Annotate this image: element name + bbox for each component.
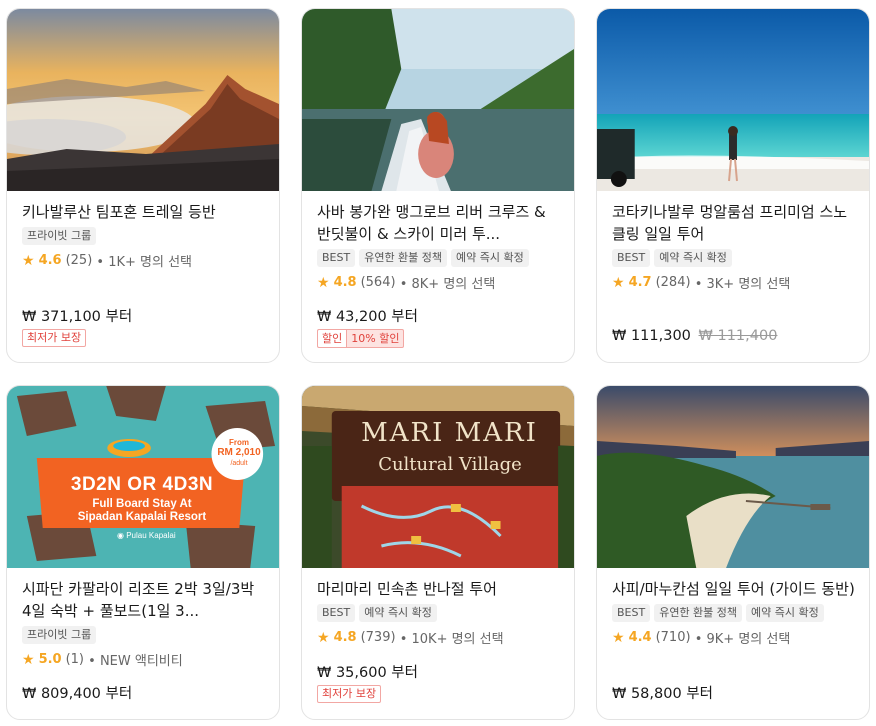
- price: ₩ 58,800 부터: [612, 686, 713, 702]
- booked-count: • 3K+ 명의 선택: [694, 277, 791, 292]
- review-count: (25): [65, 253, 93, 268]
- location-pin-icon: ◉: [117, 531, 124, 540]
- card-title[interactable]: 사바 봉가완 맹그로브 리버 크루즈 & 반딧불이 & 스카이 미러 투...: [317, 201, 560, 245]
- kapalai-headline: 3D2N OR 4D3N: [70, 474, 214, 495]
- tag-best: BEST: [317, 604, 356, 622]
- star-icon: ★: [22, 252, 35, 269]
- activity-card-marimari[interactable]: MARI MARI Cultural Village 마리마리 민속촌 반나절 …: [301, 385, 575, 720]
- rating-score: 4.7: [628, 275, 652, 290]
- card-image[interactable]: [597, 386, 869, 568]
- tag-private-group: 프라이빗 그룹: [22, 227, 97, 245]
- booked-count: • 10K+ 명의 선택: [399, 632, 504, 647]
- activity-card-snorkeling[interactable]: 코타키나발루 멍알룸섬 프리미엄 스노클링 일일 투어 BEST 예약 즉시 확…: [596, 8, 870, 363]
- activity-card-mangrove[interactable]: 사바 봉가완 맹그로브 리버 크루즈 & 반딧불이 & 스카이 미러 투... …: [301, 8, 575, 363]
- kapalai-from: From: [229, 438, 249, 447]
- rating-score: 4.8: [333, 275, 357, 290]
- review-count: (1): [65, 652, 85, 667]
- card-title[interactable]: 키나발루산 팀포혼 트레일 등반: [22, 201, 265, 223]
- card-title[interactable]: 사피/마누칸섬 일일 투어 (가이드 동반): [612, 578, 855, 600]
- booked-count: • NEW 액티비티: [88, 654, 183, 669]
- kapalai-location-text: Pulau Kapalai: [126, 531, 176, 540]
- tag-flexible-refund: 유연한 환불 정책: [359, 249, 448, 267]
- activity-card-kinabalu[interactable]: 키나발루산 팀포혼 트레일 등반 프라이빗 그룹 ★ 4.6 (25) • 1K…: [6, 8, 280, 363]
- rating-row: ★ 4.6 (25) • 1K+ 명의 선택: [22, 251, 265, 271]
- original-price: ₩ 111,400: [698, 328, 778, 344]
- card-image[interactable]: [302, 9, 574, 191]
- booked-count: • 8K+ 명의 선택: [399, 277, 496, 292]
- marimari-sign-line1: MARI MARI: [361, 418, 538, 448]
- tag-best: BEST: [317, 249, 356, 267]
- booked-count: • 1K+ 명의 선택: [96, 255, 193, 270]
- review-count: (564): [360, 275, 396, 290]
- kapalai-sub2: Sipadan Kapalai Resort: [77, 511, 207, 523]
- price: ₩ 111,300 ₩ 111,400: [612, 328, 777, 344]
- price: ₩ 43,200 부터: [317, 309, 418, 325]
- tag-instant-confirm: 예약 즉시 확정: [746, 604, 824, 622]
- tag-flexible-refund: 유연한 환불 정책: [654, 604, 743, 622]
- lowest-price-badge: 최저가 보장: [22, 329, 87, 347]
- tag-private-group: 프라이빗 그룹: [22, 626, 97, 644]
- card-title[interactable]: 마리마리 민속촌 반나절 투어: [317, 578, 560, 600]
- review-count: (710): [655, 630, 691, 645]
- activity-card-kapalai[interactable]: 3D2N OR 4D3N Full Board Stay At Sipadan …: [6, 385, 280, 720]
- tag-instant-confirm: 예약 즉시 확정: [451, 249, 529, 267]
- rating-row: ★ 4.7 (284) • 3K+ 명의 선택: [612, 273, 855, 293]
- rating-score: 5.0: [38, 652, 62, 667]
- discount-label: 할인: [317, 329, 347, 348]
- review-count: (739): [360, 630, 396, 645]
- kapalai-location: ◉ Pulau Kapalai: [117, 531, 176, 540]
- card-title[interactable]: 시파단 카팔라이 리조트 2박 3일/3박 4일 숙박 + 풀보드(1일 3..…: [22, 578, 265, 622]
- tag-instant-confirm: 예약 즉시 확정: [359, 604, 437, 622]
- star-icon: ★: [317, 274, 330, 291]
- activity-grid: 키나발루산 팀포혼 트레일 등반 프라이빗 그룹 ★ 4.6 (25) • 1K…: [0, 0, 876, 726]
- price: ₩ 35,600 부터: [317, 665, 418, 681]
- card-image[interactable]: MARI MARI Cultural Village: [302, 386, 574, 568]
- booked-count: • 9K+ 명의 선택: [694, 632, 791, 647]
- discount-value: 10% 할인: [346, 329, 405, 348]
- rating-row: ★ 4.8 (739) • 10K+ 명의 선택: [317, 628, 560, 648]
- star-icon: ★: [612, 274, 625, 291]
- discount-badge: 할인 10% 할인: [317, 329, 405, 348]
- tag-best: BEST: [612, 249, 651, 267]
- kapalai-sub1: Full Board Stay At: [92, 498, 192, 510]
- marimari-sign-line2: Cultural Village: [378, 454, 522, 475]
- star-icon: ★: [22, 651, 35, 668]
- rating-score: 4.4: [628, 630, 652, 645]
- review-count: (284): [655, 275, 691, 290]
- rating-row: ★ 5.0 (1) • NEW 액티비티: [22, 650, 265, 670]
- card-image[interactable]: [7, 9, 279, 191]
- star-icon: ★: [317, 629, 330, 646]
- current-price: ₩ 111,300: [612, 328, 691, 344]
- price: ₩ 809,400 부터: [22, 686, 133, 702]
- rating-score: 4.6: [38, 253, 62, 268]
- tag-instant-confirm: 예약 즉시 확정: [654, 249, 732, 267]
- rating-row: ★ 4.4 (710) • 9K+ 명의 선택: [612, 628, 855, 648]
- rating-row: ★ 4.8 (564) • 8K+ 명의 선택: [317, 273, 560, 293]
- card-image[interactable]: [597, 9, 869, 191]
- tag-best: BEST: [612, 604, 651, 622]
- kapalai-per: /adult: [230, 460, 248, 467]
- card-title[interactable]: 코타키나발루 멍알룸섬 프리미엄 스노클링 일일 투어: [612, 201, 855, 245]
- price: ₩ 371,100 부터: [22, 309, 133, 325]
- star-icon: ★: [612, 629, 625, 646]
- card-image[interactable]: 3D2N OR 4D3N Full Board Stay At Sipadan …: [7, 386, 279, 568]
- activity-card-sapi-manukan[interactable]: 사피/마누칸섬 일일 투어 (가이드 동반) BEST 유연한 환불 정책 예약…: [596, 385, 870, 720]
- lowest-price-badge: 최저가 보장: [317, 685, 382, 703]
- kapalai-amount: RM 2,010: [217, 447, 261, 458]
- rating-score: 4.8: [333, 630, 357, 645]
